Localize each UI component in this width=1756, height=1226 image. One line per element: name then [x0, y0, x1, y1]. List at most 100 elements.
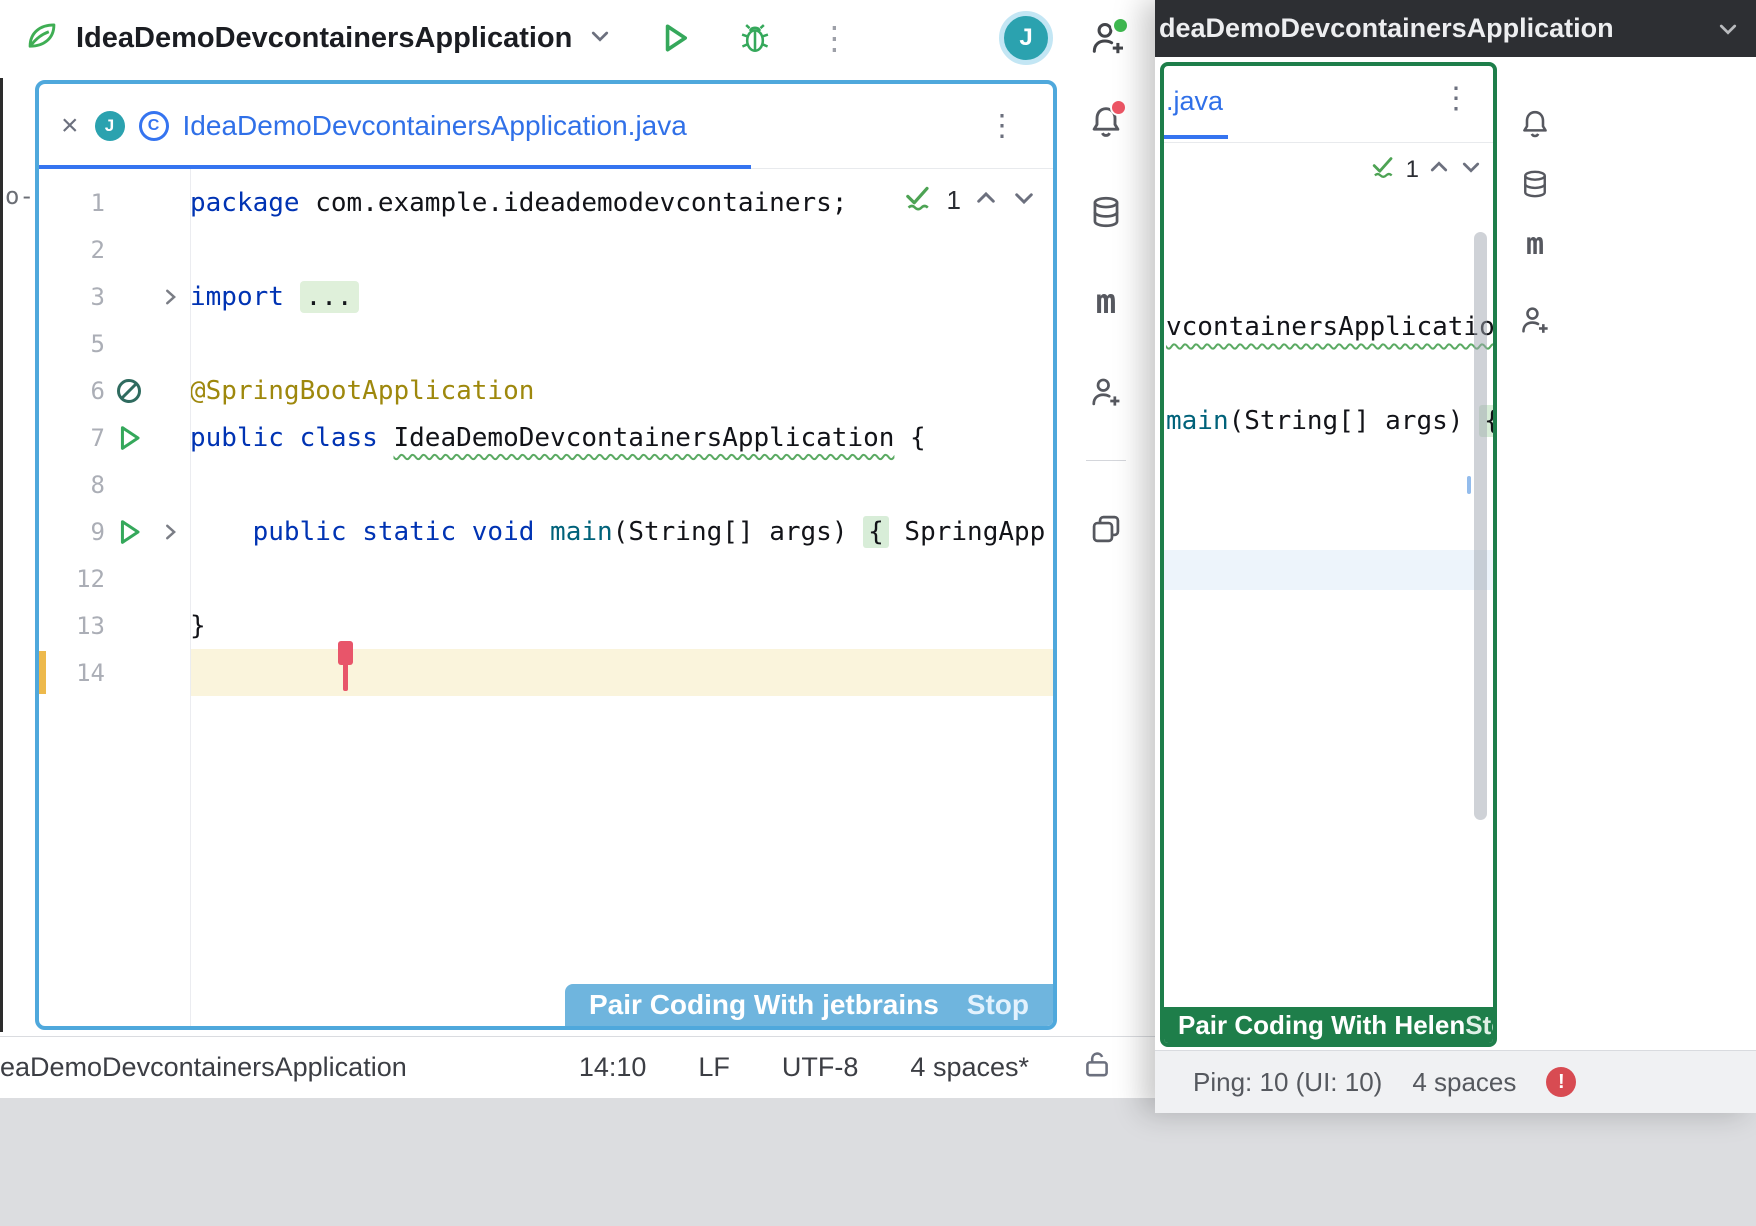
pair-coding-stop-button[interactable]: Stop	[1465, 1010, 1497, 1041]
notifications-icon[interactable]	[1084, 100, 1128, 144]
window-title: deaDemoDevcontainersApplication	[1159, 13, 1614, 44]
caret-marker	[1467, 476, 1471, 494]
code-line-9[interactable]: 9 public static void main(String[] args)…	[39, 508, 1053, 555]
database-icon[interactable]	[1084, 190, 1128, 234]
code-text	[190, 649, 1053, 696]
chevron-up-icon[interactable]	[1427, 155, 1451, 184]
gutter: 1	[39, 179, 190, 226]
gutter: 7	[39, 414, 190, 461]
editor-frame-highlight: .java ⋮ 1 vcontainersApplicatio	[1160, 62, 1497, 1047]
code-line-5[interactable]: 5	[39, 320, 1053, 367]
gutter: 9	[39, 508, 190, 555]
chevron-down-icon	[588, 24, 612, 53]
inspection-count: 1	[1406, 156, 1419, 184]
current-line-marker	[39, 651, 46, 694]
gutter-separator	[190, 169, 191, 1026]
chevron-up-icon[interactable]	[973, 185, 999, 216]
code-text: import ...	[190, 273, 1053, 320]
code-line-8[interactable]: 8	[39, 461, 1053, 508]
tab-file-name[interactable]: IdeaDemoDevcontainersApplication.java	[183, 110, 687, 142]
tab-file-name[interactable]: .java	[1166, 86, 1223, 117]
line-number: 1	[39, 189, 105, 217]
scrollbar[interactable]	[1474, 232, 1487, 820]
pair-coding-label: Pair Coding With jetbrains	[589, 989, 939, 1021]
code-line-12[interactable]: 12	[39, 555, 1053, 602]
code-fragment-class[interactable]: vcontainersApplicatio	[1166, 312, 1495, 342]
tab-options-icon[interactable]: ⋮	[987, 109, 1017, 144]
bean-disabled-icon[interactable]	[105, 376, 153, 406]
debug-button[interactable]	[738, 21, 772, 55]
gutter: 5	[39, 320, 190, 367]
line-number: 6	[39, 377, 105, 405]
status-widgets: 14:10 LF UTF-8 4 spaces*	[579, 1048, 1113, 1087]
gutter: 2	[39, 226, 190, 273]
error-badge[interactable]: !	[1546, 1067, 1576, 1097]
remote-user-caret	[338, 641, 353, 691]
chevron-down-icon[interactable]	[1716, 17, 1740, 41]
code-text	[190, 461, 1053, 508]
copy-icon[interactable]	[1084, 507, 1128, 551]
database-icon[interactable]	[1515, 164, 1555, 204]
line-number: 5	[39, 330, 105, 358]
line-number: 14	[39, 659, 105, 687]
user-avatar[interactable]: J	[999, 11, 1053, 65]
run-gutter-icon[interactable]	[105, 423, 153, 453]
code-editor[interactable]: 1package com.example.ideademodevcontaine…	[39, 169, 1053, 1026]
code-line-13[interactable]: 13}	[39, 602, 1053, 649]
unlock-icon[interactable]	[1081, 1048, 1113, 1087]
indent-style[interactable]: 4 spaces*	[910, 1052, 1029, 1083]
code-line-6[interactable]: 6@SpringBootApplication	[39, 367, 1053, 414]
maven-icon[interactable]: m	[1084, 280, 1128, 324]
gutter: 6	[39, 367, 190, 414]
code-fragment-main[interactable]: main(String[] args) {	[1166, 406, 1497, 436]
chevron-down-icon[interactable]	[1011, 185, 1037, 216]
run-button[interactable]	[658, 21, 692, 55]
notifications-icon[interactable]	[1515, 104, 1555, 144]
inspection-widget[interactable]: 1	[903, 183, 1037, 218]
add-user-icon[interactable]	[1084, 370, 1128, 414]
fold-chevron-icon[interactable]	[153, 521, 187, 543]
code-line-3[interactable]: 3import ...	[39, 273, 1053, 320]
code-text	[190, 555, 1053, 602]
status-bar: Ping: 10 (UI: 10) 4 spaces !	[1155, 1050, 1756, 1113]
run-gutter-icon[interactable]	[105, 517, 153, 547]
gutter: 13	[39, 602, 190, 649]
fold-chevron-icon[interactable]	[153, 286, 187, 308]
code-line-7[interactable]: 7public class IdeaDemoDevcontainersAppli…	[39, 414, 1053, 461]
cursor-position[interactable]: 14:10	[579, 1052, 647, 1083]
code-text: public class IdeaDemoDevcontainersApplic…	[190, 414, 1053, 461]
notification-badge	[1110, 99, 1127, 116]
code-with-me-icon[interactable]	[1089, 19, 1127, 57]
add-user-icon[interactable]	[1515, 300, 1555, 340]
close-tab-icon[interactable]: ×	[61, 111, 79, 141]
gutter: 8	[39, 461, 190, 508]
inspection-widget[interactable]: 1	[1370, 154, 1483, 185]
code-line-14[interactable]: 14	[39, 649, 1053, 696]
code-line-1[interactable]: 1package com.example.ideademodevcontaine…	[39, 179, 1053, 226]
window-title-bar[interactable]: deaDemoDevcontainersApplication	[1155, 0, 1756, 57]
line-separator[interactable]: LF	[698, 1052, 730, 1083]
guest-ide-window: deaDemoDevcontainersApplication .java ⋮ …	[1155, 0, 1756, 1113]
line-number: 2	[39, 236, 105, 264]
more-actions-icon[interactable]: ⋮	[818, 22, 850, 54]
pair-coding-stop-button[interactable]: Stop	[967, 989, 1029, 1021]
tool-window-strip: m	[1515, 104, 1555, 340]
gutter: 14	[39, 649, 190, 696]
host-ide-window: IdeaDemoDevcontainersApplication ⋮ J o-	[0, 0, 1155, 1098]
code-text	[190, 320, 1053, 367]
screen: IdeaDemoDevcontainersApplication ⋮ J o-	[0, 0, 1756, 1226]
inspections-ok-icon	[903, 183, 935, 218]
file-encoding[interactable]: UTF-8	[782, 1052, 859, 1083]
code-line-2[interactable]: 2	[39, 226, 1053, 273]
tool-window-strip: m	[1057, 74, 1155, 551]
line-number: 13	[39, 612, 105, 640]
run-configuration-selector[interactable]: IdeaDemoDevcontainersApplication	[24, 19, 612, 58]
java-class-icon: C	[139, 111, 169, 141]
chevron-down-icon[interactable]	[1459, 155, 1483, 184]
tab-options-icon[interactable]: ⋮	[1441, 84, 1471, 114]
selected-line-highlight	[1164, 550, 1493, 590]
main-toolbar: IdeaDemoDevcontainersApplication ⋮ J	[0, 0, 1155, 76]
maven-icon[interactable]: m	[1515, 224, 1555, 264]
pair-coding-label: Pair Coding With Helen	[1178, 1010, 1465, 1041]
indent-style[interactable]: 4 spaces	[1412, 1067, 1516, 1098]
